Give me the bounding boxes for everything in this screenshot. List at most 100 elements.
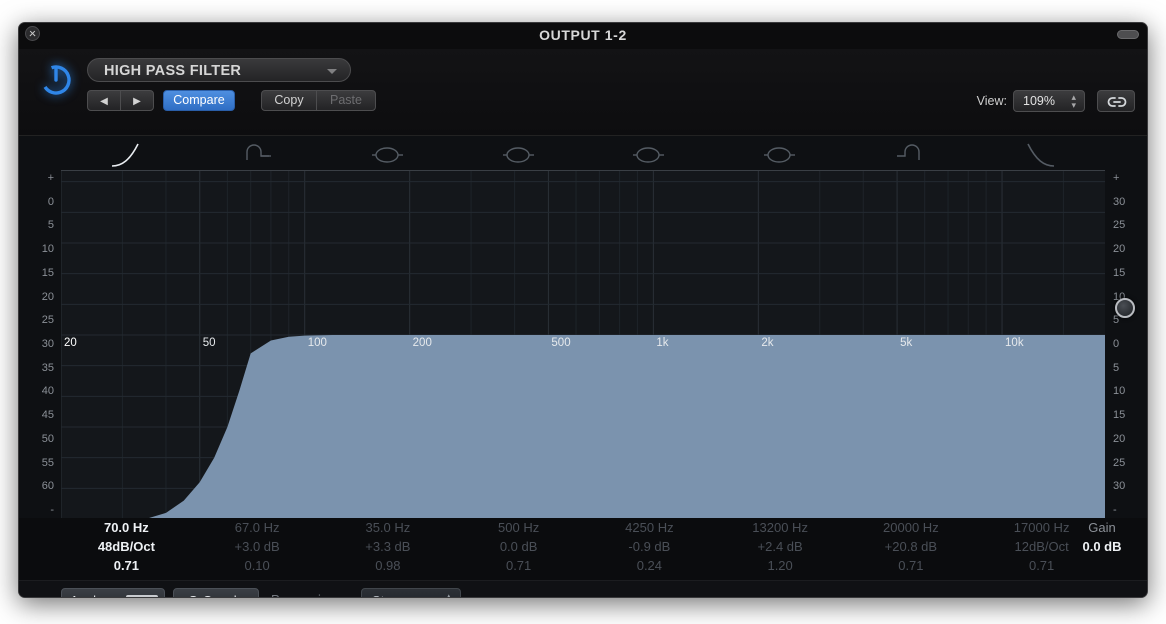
band-8-type-button[interactable] bbox=[976, 136, 1107, 170]
eq-graph[interactable]: 20501002005001k2k5k10k20k bbox=[61, 170, 1105, 518]
link-icon[interactable] bbox=[1097, 90, 1135, 112]
next-preset-button[interactable]: ▶ bbox=[120, 90, 154, 111]
axis-tick-label: 60 bbox=[41, 480, 54, 493]
bell-icon bbox=[371, 147, 403, 163]
low-shelf-icon bbox=[246, 144, 272, 160]
analyzer-button[interactable]: Analyzer POST bbox=[61, 588, 165, 597]
processing-mode-select[interactable]: Stereo ▴▾ bbox=[361, 588, 461, 598]
q-couple-button[interactable]: Q-Couple bbox=[173, 588, 259, 597]
high-shelf-icon bbox=[896, 144, 920, 160]
band-1-type-button[interactable] bbox=[61, 136, 192, 170]
axis-tick-label: 45 bbox=[41, 409, 54, 422]
axis-tick-label: 20 bbox=[41, 290, 54, 303]
band-3-parameters: 35.0 Hz +3.3 dB 0.98 bbox=[323, 518, 454, 580]
axis-tick-label: 20 bbox=[1113, 432, 1126, 445]
axis-tick-label: 10 bbox=[1113, 385, 1126, 398]
lowpass-curve-icon bbox=[1026, 143, 1054, 167]
band-4-frequency-field[interactable]: 500 Hz bbox=[453, 518, 584, 537]
stepper-arrows-icon: ▴▾ bbox=[446, 591, 451, 598]
axis-tick-label: 25 bbox=[41, 314, 54, 327]
eq-display: +0 5 10 15 20 25 30 35 40 45 50 55 60- +30 25 20 15 10 5 0… bbox=[19, 136, 1147, 518]
preset-dropdown[interactable]: HIGH PASS FILTER bbox=[87, 58, 351, 82]
band-1-frequency-field[interactable]: 70.0 Hz bbox=[61, 518, 192, 537]
plugin-header: HIGH PASS FILTER ◀ ▶ Compare Copy Paste … bbox=[19, 49, 1147, 136]
axis-tick-label: - bbox=[50, 504, 54, 516]
eq-graph-canvas: 20501002005001k2k5k10k20k bbox=[61, 171, 1105, 518]
band-6-gain-field[interactable]: +2.4 dB bbox=[715, 537, 846, 556]
view-zoom-stepper[interactable]: 109% ▴ ▾ bbox=[1013, 90, 1085, 112]
band-5-gain-field[interactable]: -0.9 dB bbox=[584, 537, 715, 556]
axis-tick-label: 30 bbox=[41, 338, 54, 350]
band-4-gain-field[interactable]: 0.0 dB bbox=[453, 537, 584, 556]
frequency-tick-label: 100 bbox=[307, 337, 327, 349]
compare-button[interactable]: Compare bbox=[163, 90, 235, 111]
band-6-q-field[interactable]: 1.20 bbox=[715, 556, 846, 575]
band-3-q-field[interactable]: 0.98 bbox=[323, 556, 454, 575]
band-7-frequency-field[interactable]: 20000 Hz bbox=[846, 518, 977, 537]
copy-button[interactable]: Copy bbox=[261, 90, 317, 111]
axis-tick-label: 15 bbox=[41, 266, 54, 279]
axis-tick-label: 50 bbox=[41, 432, 54, 445]
band-3-type-button[interactable] bbox=[323, 136, 454, 170]
band-4-parameters: 500 Hz 0.0 dB 0.71 bbox=[453, 518, 584, 580]
band-6-parameters: 13200 Hz +2.4 dB 1.20 bbox=[715, 518, 846, 580]
window-title: OUTPUT 1-2 bbox=[539, 27, 627, 43]
band-6-type-button[interactable] bbox=[715, 136, 846, 170]
axis-tick-label: 15 bbox=[1113, 266, 1126, 279]
band-4-q-field[interactable]: 0.71 bbox=[453, 556, 584, 575]
analyzer-post-badge[interactable]: POST bbox=[126, 595, 158, 597]
left-db-axis: +0 5 10 15 20 25 30 35 40 45 50 55 60 - bbox=[19, 170, 61, 518]
gain-header-label: Gain bbox=[1088, 520, 1116, 535]
axis-tick-label: 5 bbox=[1113, 361, 1120, 374]
master-gain-field[interactable]: 0.0 dB bbox=[1063, 537, 1141, 556]
band-7-parameters: 20000 Hz +20.8 dB 0.71 bbox=[846, 518, 977, 580]
band-7-gain-field[interactable]: +20.8 dB bbox=[846, 537, 977, 556]
master-gain-column: Gain 0.0 dB bbox=[1063, 518, 1141, 580]
band-1-q-field[interactable]: 0.71 bbox=[61, 556, 192, 575]
band-4-type-button[interactable] bbox=[453, 136, 584, 170]
minimize-pill-icon[interactable] bbox=[1117, 30, 1139, 39]
band-6-frequency-field[interactable]: 13200 Hz bbox=[715, 518, 846, 537]
axis-tick-label: 15 bbox=[1113, 409, 1126, 422]
axis-tick-label: 5 bbox=[47, 219, 54, 232]
band-5-q-field[interactable]: 0.24 bbox=[584, 556, 715, 575]
stepper-arrows-icon: ▴▾ bbox=[1071, 92, 1076, 110]
preset-name-label: HIGH PASS FILTER bbox=[104, 63, 242, 79]
axis-tick-label: 0 bbox=[47, 195, 54, 208]
bell-icon bbox=[502, 147, 534, 163]
band-2-frequency-field[interactable]: 67.0 Hz bbox=[192, 518, 323, 537]
band-2-q-field[interactable]: 0.10 bbox=[192, 556, 323, 575]
bell-icon bbox=[633, 147, 665, 163]
axis-tick-label: 25 bbox=[1113, 456, 1126, 469]
band-5-type-button[interactable] bbox=[584, 136, 715, 170]
axis-tick-label: 0 bbox=[1113, 338, 1120, 350]
band-7-q-field[interactable]: 0.71 bbox=[846, 556, 977, 575]
axis-tick-label: 25 bbox=[1113, 219, 1126, 232]
band-1-parameters: 70.0 Hz 48dB/Oct 0.71 bbox=[61, 518, 192, 580]
frequency-tick-label: 200 bbox=[412, 337, 432, 349]
frequency-tick-label: 10k bbox=[1005, 337, 1024, 349]
bottom-control-strip: Analyzer POST Q-Couple Processing: Stere… bbox=[19, 580, 1147, 598]
band-type-icon-row bbox=[19, 136, 1147, 170]
q-couple-label: Q-Couple bbox=[174, 593, 258, 597]
view-zoom-value: 109% bbox=[1023, 94, 1055, 108]
prev-arrow-icon: ◀ bbox=[100, 96, 108, 107]
band-2-parameters: 67.0 Hz +3.0 dB 0.10 bbox=[192, 518, 323, 580]
frequency-tick-label: 50 bbox=[202, 337, 216, 349]
gain-knob[interactable] bbox=[1115, 298, 1135, 318]
axis-tick-label: 10 bbox=[41, 243, 54, 256]
next-arrow-icon: ▶ bbox=[133, 96, 141, 107]
band-1-gain-field[interactable]: 48dB/Oct bbox=[61, 537, 192, 556]
band-2-type-button[interactable] bbox=[192, 136, 323, 170]
band-2-gain-field[interactable]: +3.0 dB bbox=[192, 537, 323, 556]
band-7-type-button[interactable] bbox=[846, 136, 977, 170]
previous-preset-button[interactable]: ◀ bbox=[87, 90, 121, 111]
frequency-tick-label: 500 bbox=[551, 337, 571, 349]
processing-mode-value: Stereo bbox=[372, 593, 410, 597]
band-5-frequency-field[interactable]: 4250 Hz bbox=[584, 518, 715, 537]
band-3-gain-field[interactable]: +3.3 dB bbox=[323, 537, 454, 556]
plugin-window: OUTPUT 1-2 HIGH PASS FILTER ◀ ▶ Compare … bbox=[18, 22, 1148, 598]
band-3-frequency-field[interactable]: 35.0 Hz bbox=[323, 518, 454, 537]
power-icon[interactable] bbox=[39, 63, 73, 97]
frequency-tick-label: 1k bbox=[656, 337, 669, 349]
